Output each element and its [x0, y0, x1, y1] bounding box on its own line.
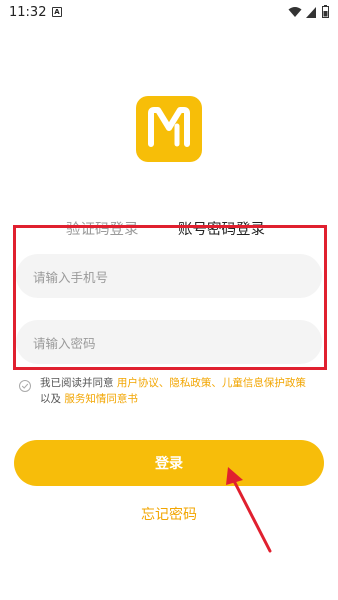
wifi-icon [288, 7, 302, 17]
agreement-separator: 、 [158, 377, 170, 389]
status-bar: 11:32 A [0, 0, 338, 24]
service-consent-link[interactable]: 服务知情同意书 [64, 393, 138, 405]
app-logo [136, 96, 202, 162]
status-time: 11:32 [9, 5, 47, 20]
child-privacy-link[interactable]: 儿童信息保护政策 [222, 377, 306, 389]
agreement-text-line2: 以及 服务知情同意书 [40, 391, 138, 406]
annotation-arrow [226, 467, 272, 553]
agreement-separator: 、 [211, 377, 222, 389]
agreement-line2-prefix: 以及 [40, 393, 65, 405]
privacy-policy-link[interactable]: 隐私政策 [169, 377, 211, 389]
forgot-password-link[interactable]: 忘记密码 [0, 504, 338, 524]
signal-icon [306, 7, 316, 18]
agreement-prefix: 我已阅读并同意 [40, 377, 117, 389]
app-logo-m-icon [148, 107, 190, 147]
agreement-text-line1: 我已阅读并同意 用户协议、隐私政策、儿童信息保护政策 [40, 375, 306, 390]
user-agreement-link[interactable]: 用户协议 [117, 377, 159, 389]
highlight-annotation-box [13, 225, 327, 370]
agreement-checkbox[interactable] [19, 380, 31, 392]
battery-icon [322, 5, 329, 18]
check-icon [21, 383, 29, 389]
notification-icon: A [52, 7, 62, 17]
